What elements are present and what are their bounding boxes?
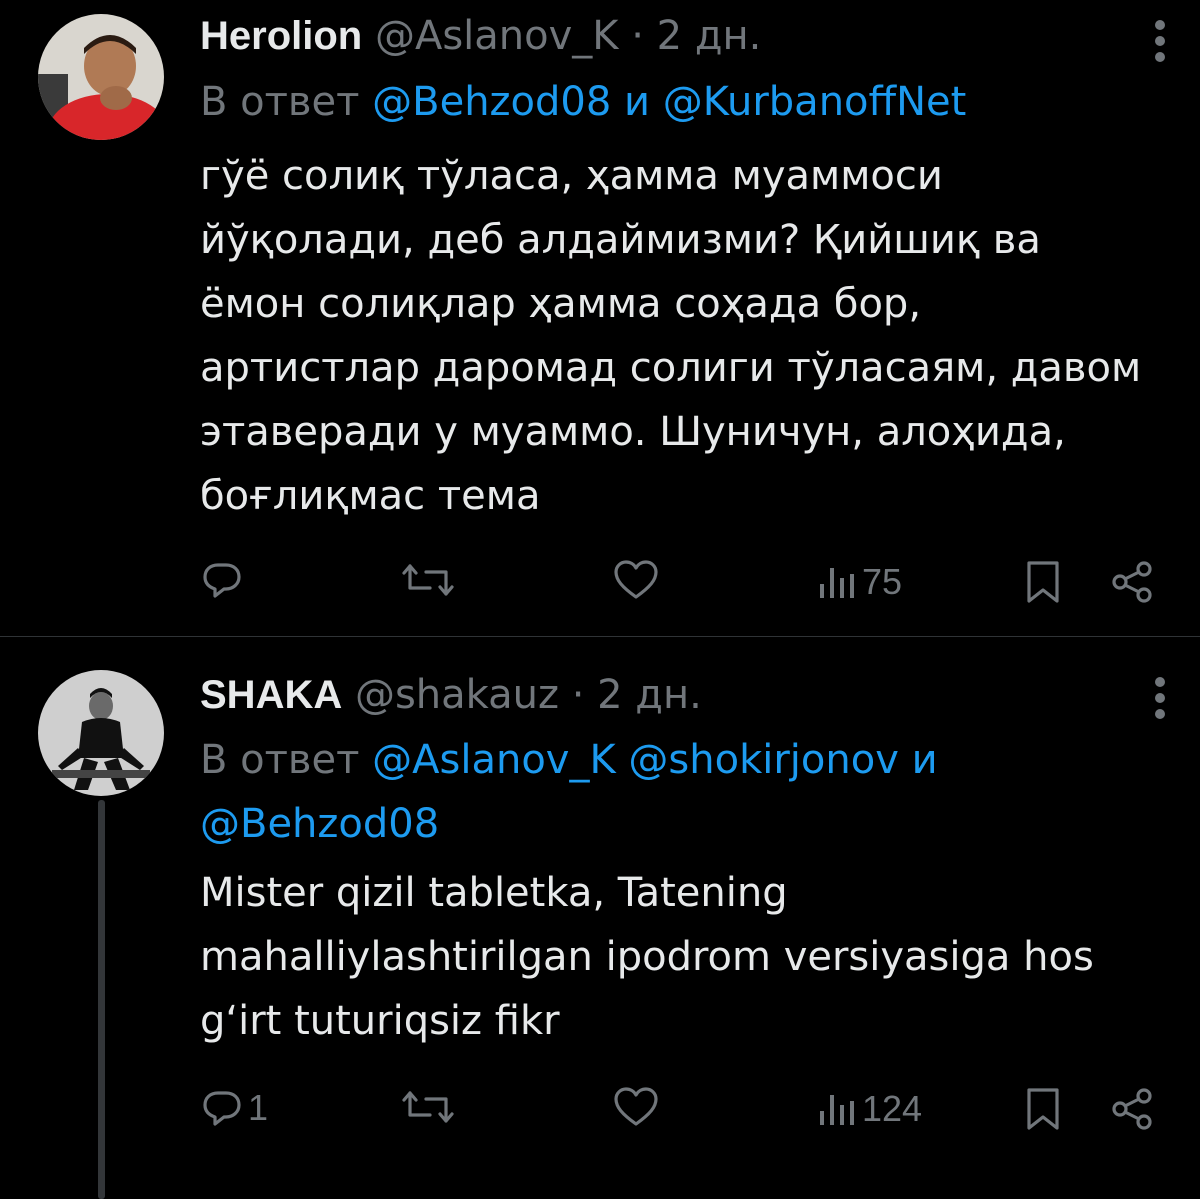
share-icon: [1112, 561, 1152, 603]
like-button[interactable]: [612, 1086, 660, 1128]
like-button[interactable]: [612, 559, 660, 601]
share-button[interactable]: [1110, 1087, 1154, 1131]
action-bar: 75: [0, 550, 1200, 610]
reply-icon: [203, 563, 241, 598]
author-handle[interactable]: @shakauz: [355, 672, 559, 718]
tweet[interactable]: SHAKA @shakauz · 2 дн. В ответ @Aslanov_…: [0, 637, 1200, 1199]
retweet-button[interactable]: [400, 1087, 456, 1127]
tweet[interactable]: Herolion @Aslanov_K · 2 дн. В ответ @Beh…: [0, 0, 1200, 636]
author-handle[interactable]: @Aslanov_K: [375, 13, 619, 59]
avatar[interactable]: [38, 670, 164, 796]
timestamp[interactable]: 2 дн.: [597, 672, 702, 718]
tweet-text: Mister qizil tabletka, Tatening mahalliy…: [200, 870, 1094, 1044]
reply-prefix: В ответ: [200, 737, 360, 783]
reply-context: В ответ @Behzod08 и @KurbanoffNet: [200, 70, 1180, 134]
tweet-header: SHAKA @shakauz · 2 дн.: [200, 671, 702, 719]
bookmark-button[interactable]: [1026, 560, 1060, 604]
mention-link[interactable]: @Behzod08: [372, 79, 611, 125]
retweet-icon: [402, 1091, 454, 1123]
separator: ·: [631, 13, 644, 59]
more-icon[interactable]: [1150, 20, 1170, 68]
like-icon: [614, 1087, 658, 1126]
reply-count: 1: [248, 1087, 269, 1128]
reply-prefix: В ответ: [200, 79, 360, 125]
views-icon: [820, 568, 854, 598]
tweet-header: Herolion @Aslanov_K · 2 дн.: [200, 12, 761, 60]
retweet-button[interactable]: [400, 560, 456, 600]
views-button[interactable]: 75: [818, 561, 902, 603]
timestamp[interactable]: 2 дн.: [657, 13, 762, 59]
share-button[interactable]: [1110, 560, 1154, 604]
author-name[interactable]: SHAKA: [200, 673, 342, 717]
bookmark-icon: [1027, 561, 1059, 603]
mention-conjunction: и: [911, 737, 938, 783]
action-bar: 1 124: [0, 1077, 1200, 1137]
mention-link[interactable]: @KurbanoffNet: [663, 79, 967, 125]
mention-link[interactable]: @Behzod08: [200, 801, 439, 847]
views-icon: [820, 1095, 854, 1125]
tweet-text: гўё солиқ тўласа, ҳамма муаммоси йўқолад…: [200, 153, 1142, 519]
bookmark-button[interactable]: [1026, 1087, 1060, 1131]
separator: ·: [571, 672, 585, 718]
views-count: 124: [862, 1088, 923, 1129]
more-icon[interactable]: [1150, 677, 1170, 725]
reply-button[interactable]: 1: [202, 1087, 268, 1129]
mention-link[interactable]: @shokirjonov: [628, 737, 898, 783]
reply-context: В ответ @Aslanov_K @shokirjonov и @Behzo…: [200, 728, 1180, 856]
author-name[interactable]: Herolion: [200, 14, 362, 58]
bookmark-icon: [1027, 1088, 1059, 1130]
mention-link[interactable]: @Aslanov_K: [372, 737, 616, 783]
views-count: 75: [862, 561, 903, 602]
share-icon: [1112, 1088, 1152, 1130]
like-icon: [614, 560, 658, 599]
reply-button[interactable]: [202, 560, 248, 600]
retweet-icon: [402, 564, 454, 596]
mention-conjunction: и: [624, 79, 651, 125]
avatar[interactable]: [38, 14, 164, 140]
views-button[interactable]: 124: [818, 1088, 922, 1130]
reply-icon: [203, 1091, 241, 1126]
